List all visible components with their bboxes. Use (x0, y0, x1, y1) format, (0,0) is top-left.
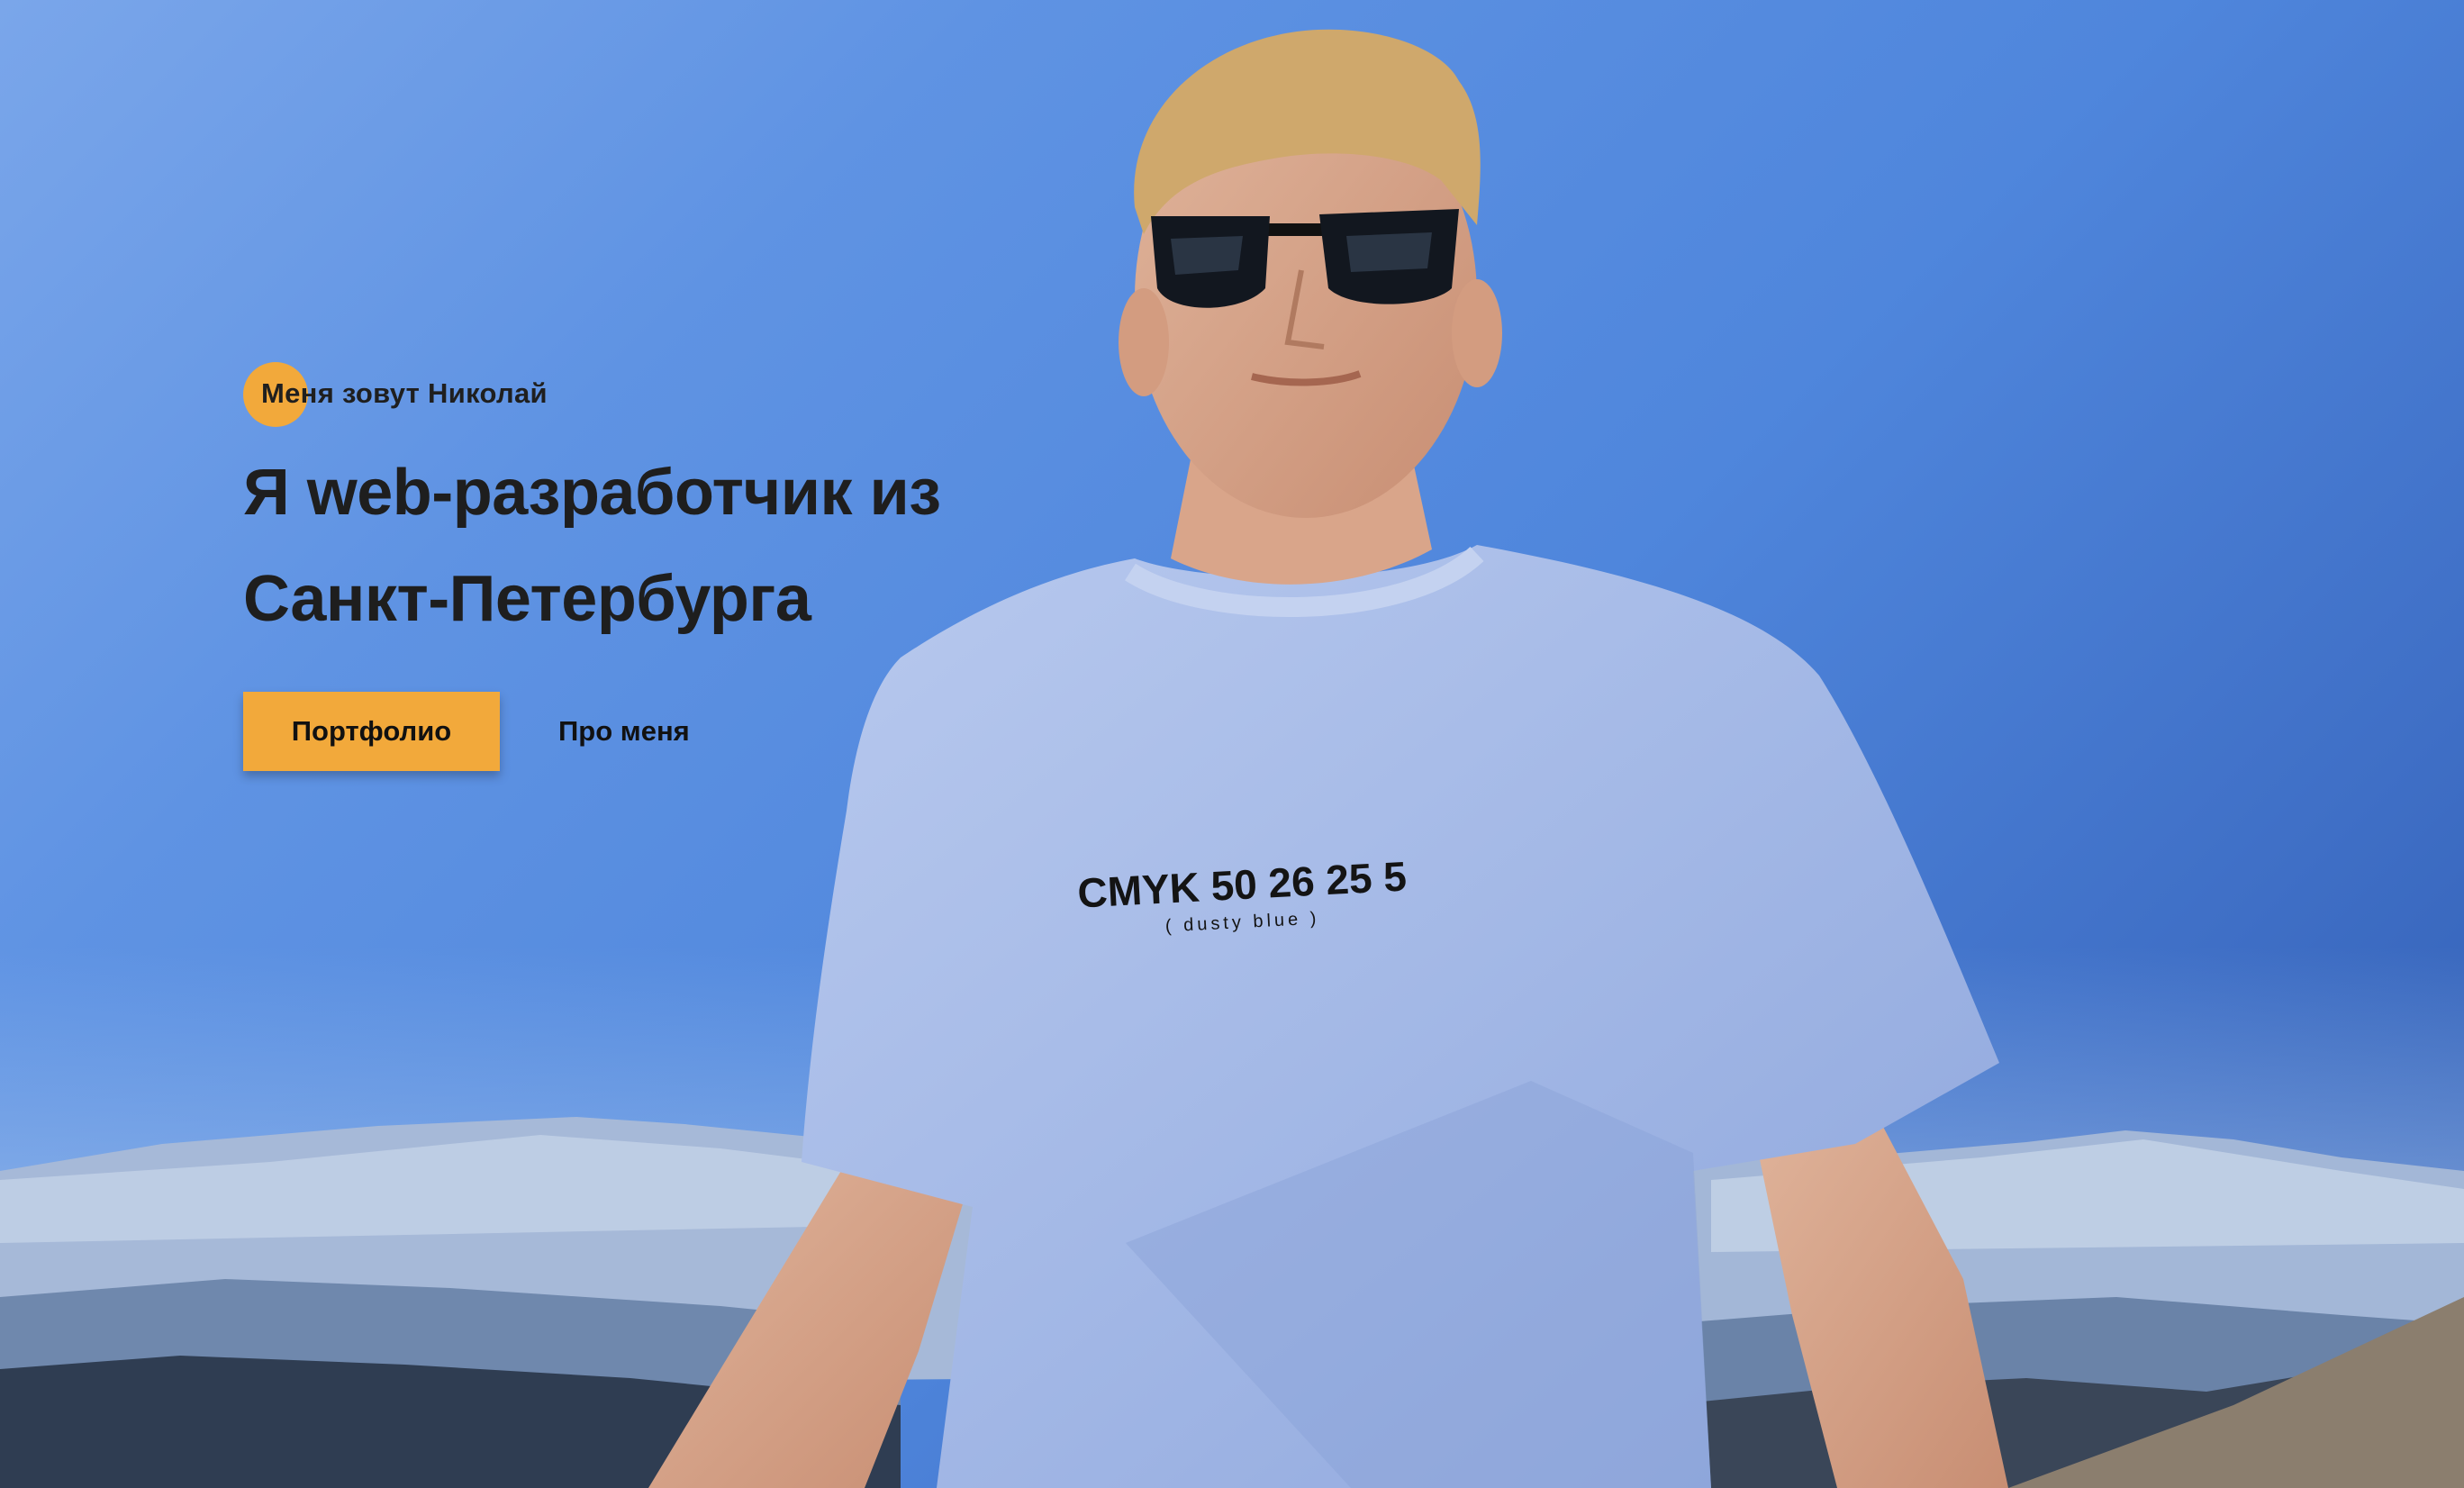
hero-headline: Я web-разработчик из Санкт-Петербурга (243, 440, 1324, 652)
sunglasses-bridge (1261, 223, 1324, 236)
intro-text: Меня зовут Николай (261, 377, 548, 409)
hero-content: Меня зовут Николай Я web-разработчик из … (243, 357, 1324, 789)
portfolio-button[interactable]: Портфолио (243, 692, 500, 771)
lens-reflection (1171, 236, 1243, 275)
headline-line-1: Я web-разработчик из (243, 457, 941, 529)
about-me-link[interactable]: Про меня (558, 692, 690, 771)
right-ear (1452, 279, 1502, 387)
lens-reflection-right (1346, 232, 1432, 272)
intro-label: Меня зовут Николай (243, 360, 548, 427)
headline-line-2: Санкт-Петербурга (243, 563, 811, 635)
hero-section: CMYK 50 26 25 5 ( dusty blue ) Меня зову… (0, 0, 2464, 1488)
